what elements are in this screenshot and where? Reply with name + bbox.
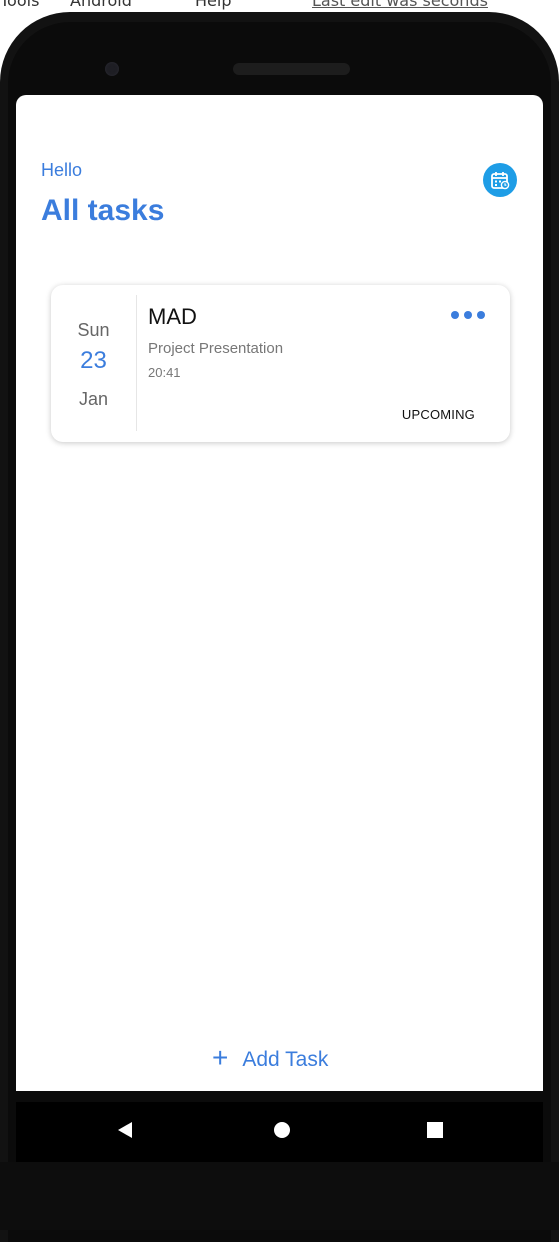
calendar-icon — [491, 172, 510, 190]
nav-back-button[interactable] — [116, 1120, 134, 1145]
plus-icon: + — [212, 1042, 229, 1073]
menu-item-help[interactable]: Help — [195, 0, 231, 9]
task-card[interactable]: Sun 23 Jan MAD Project Presentation 20:4… — [51, 285, 510, 442]
phone-chin — [0, 1162, 559, 1230]
task-day: Sun — [77, 320, 110, 340]
nav-home-button[interactable] — [272, 1120, 292, 1145]
recents-icon — [427, 1122, 443, 1138]
nav-recents-button[interactable] — [425, 1120, 445, 1145]
back-icon — [118, 1122, 132, 1138]
card-divider — [136, 295, 137, 431]
task-title: MAD — [148, 304, 197, 329]
task-time: 20:41 — [148, 365, 181, 380]
page-title: All tasks — [41, 194, 165, 227]
last-edit-status: Last edit was seconds — [312, 0, 488, 10]
android-navigation-bar — [16, 1102, 543, 1162]
task-month: Jan — [78, 389, 109, 409]
task-description: Project Presentation — [148, 340, 284, 357]
more-dot — [464, 311, 472, 319]
front-camera — [105, 62, 119, 76]
more-horizontal-icon — [451, 311, 459, 319]
menu-item-tools[interactable]: Tools — [0, 0, 39, 9]
greeting-text: Hello — [41, 160, 83, 180]
home-icon — [274, 1122, 290, 1138]
earpiece-speaker — [233, 63, 350, 75]
more-options-button[interactable] — [446, 303, 490, 327]
add-task-label: Add Task — [242, 1048, 329, 1071]
task-status-label: UPCOMING — [401, 407, 475, 422]
app-screen: Hello All tasks Sun 23 Jan MAD Project P… — [16, 95, 543, 1091]
task-date-number: 23 — [80, 347, 107, 374]
calendar-button[interactable] — [483, 163, 517, 197]
more-dot — [477, 311, 485, 319]
add-task-button[interactable]: + Add Task — [212, 1043, 328, 1077]
task-date: Sun 23 Jan — [51, 285, 136, 442]
menu-item-android[interactable]: Android — [70, 0, 132, 9]
